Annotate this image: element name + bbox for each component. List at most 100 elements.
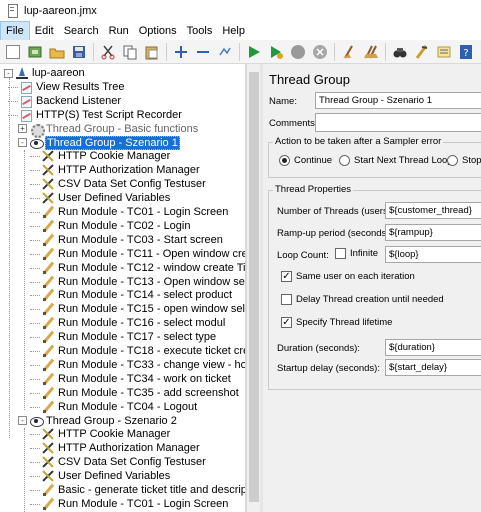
tree-node[interactable]: Run Module - TC04 - Logout: [42, 400, 198, 414]
tree-node[interactable]: Run Module - TC12 - window create Ticket: [42, 261, 245, 275]
expand-icon[interactable]: [172, 43, 190, 61]
delay-creation-checkbox[interactable]: Delay Thread creation until needed: [281, 294, 444, 305]
open-icon[interactable]: [48, 43, 66, 61]
save-icon[interactable]: [70, 43, 88, 61]
tree-node[interactable]: CSV Data Set Config Testuser: [42, 455, 207, 469]
cut-icon[interactable]: [99, 43, 117, 61]
collapse-node-icon[interactable]: -: [18, 416, 27, 425]
tree-node-group[interactable]: - Thread Group - Szenario 2: [18, 414, 178, 428]
delay-creation-label: Delay Thread creation until needed: [296, 294, 444, 305]
menu-options[interactable]: Options: [134, 22, 182, 40]
window-title: lup-aareon.jmx: [24, 5, 97, 17]
tree-node-group[interactable]: + Thread Group - Basic functions: [18, 122, 199, 138]
same-user-checkbox-box[interactable]: ✓: [281, 271, 292, 282]
tree-node[interactable]: Run Module - TC01 - Login Screen: [42, 205, 229, 219]
same-user-checkbox[interactable]: ✓ Same user on each iteration: [281, 271, 415, 282]
tree-node[interactable]: User Defined Variables: [42, 191, 171, 205]
tree-node-label: HTTP Cookie Manager: [58, 428, 171, 441]
reset-search-icon[interactable]: [413, 43, 431, 61]
comments-field[interactable]: [315, 113, 481, 132]
tree-node[interactable]: Run Module - TC33 - change view - homesc…: [42, 358, 245, 372]
menu-search[interactable]: Search: [59, 22, 104, 40]
start-icon[interactable]: [245, 43, 263, 61]
new-icon[interactable]: [4, 43, 22, 61]
tree-node[interactable]: Run Module - TC35 - add screenshot: [42, 386, 240, 400]
collapse-icon[interactable]: [194, 43, 212, 61]
clear-icon[interactable]: [340, 43, 358, 61]
tree-connector: [30, 170, 40, 172]
tree-node[interactable]: Run Module - TC16 - select modul: [42, 316, 226, 330]
tree-scrollbar-thumb[interactable]: [249, 72, 259, 502]
tree-node-group[interactable]: - Thread Group - Szenario 1: [18, 135, 180, 150]
tree-node[interactable]: HTTP Authorization Manager: [42, 163, 201, 177]
startup-delay-field[interactable]: ${start_delay}: [385, 359, 481, 376]
tree-node-root[interactable]: - lup-aareon: [4, 66, 86, 80]
expand-node-icon[interactable]: +: [18, 124, 27, 134]
radio-start-next-loop[interactable]: Start Next Thread Loop: [339, 155, 453, 166]
shutdown-icon[interactable]: [311, 43, 329, 61]
threads-field[interactable]: ${customer_thread}: [385, 202, 481, 219]
function-helper-icon[interactable]: [435, 43, 453, 61]
menu-file[interactable]: File: [0, 21, 30, 41]
panel-title: Thread Group: [269, 72, 350, 87]
tree-node-label: Run Module - TC35 - add screenshot: [58, 386, 239, 399]
module-icon: [42, 220, 54, 232]
name-field[interactable]: Thread Group - Szenario 1: [315, 92, 481, 109]
copy-icon[interactable]: [121, 43, 139, 61]
thread-lifetime-checkbox[interactable]: ✓ Specify Thread lifetime: [281, 317, 392, 328]
collapse-node-icon[interactable]: -: [4, 68, 13, 78]
collapse-node-icon[interactable]: -: [18, 138, 27, 147]
tree-connector: [30, 323, 40, 325]
tree-connector: [30, 295, 40, 297]
tree-node[interactable]: Run Module - TC14 - select product: [42, 288, 233, 302]
tree-node[interactable]: Run Module - TC01 - Login Screen: [42, 497, 229, 511]
duration-field[interactable]: ${duration}: [385, 339, 481, 356]
rampup-field[interactable]: ${rampup}: [385, 224, 481, 241]
menu-edit[interactable]: Edit: [30, 22, 59, 40]
tree-node[interactable]: Basic - generate ticket title and descri…: [42, 483, 245, 497]
tree-node[interactable]: Run Module - TC18 - execute ticket creat…: [42, 344, 245, 358]
tree-node[interactable]: Run Module - TC11 - Open window create t…: [42, 247, 245, 261]
radio-start-next-loop-button[interactable]: [339, 155, 350, 166]
infinite-checkbox-box[interactable]: [335, 248, 346, 259]
tree-scrollbar[interactable]: [246, 64, 260, 512]
paste-icon[interactable]: [143, 43, 161, 61]
tree-node[interactable]: Run Module - TC34 - work on ticket: [42, 372, 232, 386]
thread-lifetime-checkbox-box[interactable]: ✓: [281, 317, 292, 328]
tree-node[interactable]: Run Module - TC03 - Start screen: [42, 233, 224, 247]
search-icon[interactable]: [391, 43, 409, 61]
toggle-icon[interactable]: [216, 43, 234, 61]
stop-icon[interactable]: [289, 43, 307, 61]
tree-node[interactable]: Run Module - TC13 - Open window select p…: [42, 275, 245, 289]
radio-stop-label: Stop: [462, 155, 481, 166]
tree-node[interactable]: User Defined Variables: [42, 469, 171, 483]
radio-stop[interactable]: Stop: [447, 155, 481, 166]
loop-field[interactable]: ${loop}: [385, 246, 481, 263]
radio-continue[interactable]: Continue: [279, 155, 332, 166]
tree-node-group[interactable]: Backend Listener: [20, 94, 122, 108]
tree-node-group[interactable]: HTTP(S) Test Script Recorder: [20, 108, 183, 122]
templates-icon[interactable]: [26, 43, 44, 61]
listener-icon: [20, 95, 32, 108]
radio-stop-button[interactable]: [447, 155, 458, 166]
delay-creation-checkbox-box[interactable]: [281, 294, 292, 305]
radio-continue-button[interactable]: [279, 155, 290, 166]
menu-tools[interactable]: Tools: [182, 22, 218, 40]
tree-connector: [30, 337, 40, 339]
menu-help[interactable]: Help: [217, 22, 250, 40]
tree-node[interactable]: Run Module - TC15 - open window select m…: [42, 302, 245, 316]
tree-node[interactable]: Run Module - TC02 - Login: [42, 219, 191, 233]
tree-node[interactable]: HTTP Authorization Manager: [42, 441, 201, 455]
tree-node[interactable]: CSV Data Set Config Testuser: [42, 177, 207, 191]
tree-node[interactable]: HTTP Cookie Manager: [42, 427, 171, 441]
tree-node-label: Run Module - TC01 - Login Screen: [58, 497, 229, 510]
tree-node[interactable]: Run Module - TC17 - select type: [42, 330, 217, 344]
tree-connector: [30, 239, 40, 241]
menu-run[interactable]: Run: [104, 22, 134, 40]
infinite-checkbox[interactable]: Infinite: [335, 248, 378, 259]
tree-node[interactable]: HTTP Cookie Manager: [42, 149, 171, 163]
start-no-pause-icon[interactable]: [267, 43, 285, 61]
help-icon[interactable]: ?: [457, 43, 475, 61]
tree-node-group[interactable]: View Results Tree: [20, 80, 125, 94]
clear-all-icon[interactable]: [362, 43, 380, 61]
